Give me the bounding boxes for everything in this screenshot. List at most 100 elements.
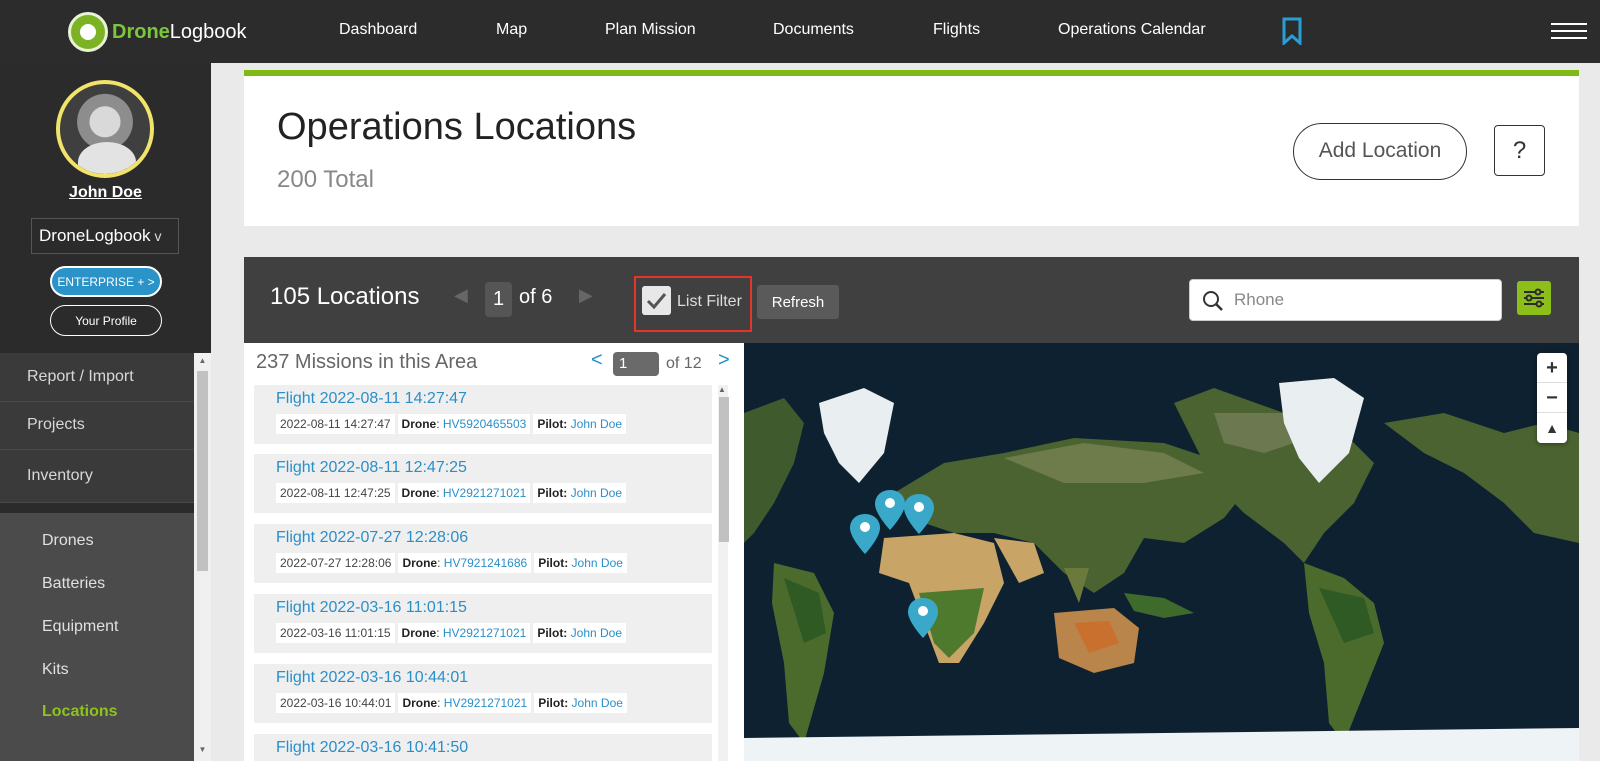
missions-scrollbar[interactable]: ▲ [718, 385, 729, 761]
scroll-down-icon[interactable]: ▼ [194, 745, 211, 754]
drone-link[interactable]: HV2921271021 [444, 696, 527, 710]
sidebar: John Doe DroneLogbook v ENTERPRISE + > Yo… [0, 63, 211, 761]
nav-documents[interactable]: Documents [773, 21, 854, 39]
bookmark-icon[interactable] [1282, 17, 1302, 45]
list-item[interactable]: Flight 2022-08-11 12:47:25 2022-08-11 12… [254, 454, 712, 513]
pilot-link[interactable]: John Doe [571, 486, 622, 500]
flight-title-link[interactable]: Flight 2022-08-11 14:27:47 [276, 390, 467, 408]
search-icon [1203, 291, 1223, 311]
next-page-icon[interactable]: ▶ [579, 285, 593, 306]
location-marker-icon[interactable] [908, 598, 938, 638]
pilot-link[interactable]: John Doe [571, 417, 622, 431]
drone-link[interactable]: HV5920465503 [443, 417, 526, 431]
scroll-up-icon[interactable]: ▲ [718, 385, 726, 394]
flight-title-link[interactable]: Flight 2022-08-11 12:47:25 [276, 459, 467, 477]
sidebar-item-inventory[interactable]: Inventory [0, 450, 194, 503]
reset-north-button[interactable]: ▲ [1537, 413, 1567, 443]
nav-operations-calendar[interactable]: Operations Calendar [1058, 21, 1206, 39]
scroll-up-icon[interactable]: ▲ [194, 356, 211, 365]
zoom-in-button[interactable]: + [1537, 353, 1567, 383]
drone-link[interactable]: HV2921271021 [443, 626, 526, 640]
location-marker-icon[interactable] [904, 494, 934, 534]
missions-panel: 237 Missions in this Area < 1 of 12 > Fl… [244, 343, 744, 761]
flight-date: 2022-07-27 12:28:06 [276, 553, 396, 573]
header-card: Operations Locations 200 Total Add Locat… [244, 70, 1579, 226]
missions-page-count: of 12 [666, 355, 702, 372]
sidebar-item-drones[interactable]: Drones [42, 532, 94, 550]
nav-flights[interactable]: Flights [933, 21, 980, 39]
pilot-link[interactable]: John Doe [571, 626, 622, 640]
list-filter-label: List Filter [677, 293, 742, 310]
logo-text: DroneLogbook [112, 20, 247, 43]
list-filter-checkbox[interactable] [642, 286, 671, 315]
inventory-submenu: Drones Batteries Equipment Kits Location… [0, 513, 194, 761]
nav-plan-mission[interactable]: Plan Mission [605, 21, 696, 39]
list-item[interactable]: Flight 2022-07-27 12:28:06 2022-07-27 12… [254, 524, 712, 583]
sidebar-item-projects[interactable]: Projects [0, 402, 194, 450]
flight-date: 2022-03-16 11:01:15 [276, 623, 395, 643]
pilot-label: Pilot: [538, 696, 569, 710]
flight-meta: 2022-03-16 11:01:15 Drone: HV2921271021 … [276, 623, 627, 643]
flight-title-link[interactable]: Flight 2022-03-16 10:44:01 [276, 669, 468, 687]
map-zoom-controls: + − ▲ [1537, 353, 1567, 443]
enterprise-button[interactable]: ENTERPRISE + > [50, 266, 162, 297]
list-item[interactable]: Flight 2022-03-16 10:41:50 [254, 734, 712, 761]
world-map[interactable]: + − ▲ [744, 343, 1579, 761]
drone-label: Drone [401, 486, 437, 500]
list-item[interactable]: Flight 2022-08-11 14:27:47 2022-08-11 14… [254, 385, 712, 444]
dronelogbook-logo[interactable]: DroneLogbook [68, 12, 247, 52]
sidebar-item-locations[interactable]: Locations [42, 703, 118, 721]
zoom-out-button[interactable]: − [1537, 383, 1567, 413]
total-count: 200 Total [277, 166, 374, 193]
nav-dashboard[interactable]: Dashboard [339, 21, 417, 39]
sidebar-item-kits[interactable]: Kits [42, 661, 69, 679]
flight-meta: 2022-03-16 10:44:01 Drone: HV2921271021 … [276, 693, 627, 713]
page-number-input[interactable]: 1 [485, 282, 512, 317]
locations-toolbar: 105 Locations ◀ 1 of 6 ▶ List Filter Ref… [244, 257, 1579, 343]
search-input[interactable] [1234, 288, 1484, 312]
add-location-button[interactable]: Add Location [1293, 123, 1467, 180]
drone-link[interactable]: HV2921271021 [443, 486, 526, 500]
pilot-link[interactable]: John Doe [572, 696, 623, 710]
top-navigation-bar: DroneLogbook Dashboard Map Plan Mission … [0, 0, 1600, 63]
list-item[interactable]: Flight 2022-03-16 11:01:15 2022-03-16 11… [254, 594, 712, 653]
chevron-down-icon: v [154, 228, 162, 244]
flight-title-link[interactable]: Flight 2022-07-27 12:28:06 [276, 529, 468, 547]
drone-label: Drone [401, 417, 437, 431]
flight-title-link[interactable]: Flight 2022-03-16 11:01:15 [276, 599, 467, 617]
sidebar-item-equipment[interactable]: Equipment [42, 618, 119, 636]
refresh-button[interactable]: Refresh [757, 285, 839, 319]
sidebar-item-batteries[interactable]: Batteries [42, 575, 105, 593]
avatar[interactable] [56, 80, 154, 178]
prev-page-icon[interactable]: ◀ [454, 285, 468, 306]
list-filter-toggle[interactable]: List Filter [634, 276, 752, 332]
missions-prev-page-icon[interactable]: < [591, 349, 603, 372]
pilot-label: Pilot: [537, 486, 568, 500]
drone-label: Drone [401, 626, 437, 640]
search-box[interactable] [1189, 279, 1502, 321]
hamburger-menu-icon[interactable] [1551, 23, 1587, 41]
missions-page-input[interactable]: 1 [613, 352, 659, 376]
locations-count: 105 Locations [270, 283, 420, 310]
filter-settings-icon[interactable] [1517, 281, 1551, 315]
flight-meta: 2022-08-11 12:47:25 Drone: HV2921271021 … [276, 483, 627, 503]
user-name-link[interactable]: John Doe [0, 184, 211, 202]
help-button[interactable]: ? [1494, 125, 1545, 176]
your-profile-button[interactable]: Your Profile [50, 305, 162, 336]
page-count: of 6 [519, 286, 553, 308]
location-marker-icon[interactable] [875, 490, 905, 530]
missions-next-page-icon[interactable]: > [718, 349, 730, 372]
sidebar-scroll-thumb[interactable] [197, 371, 208, 571]
missions-scroll-thumb[interactable] [719, 397, 729, 542]
list-item[interactable]: Flight 2022-03-16 10:44:01 2022-03-16 10… [254, 664, 712, 723]
page-title: Operations Locations [277, 106, 637, 148]
flight-title-link[interactable]: Flight 2022-03-16 10:41:50 [276, 739, 468, 757]
organization-select[interactable]: DroneLogbook v [31, 218, 179, 254]
pilot-label: Pilot: [537, 626, 568, 640]
sidebar-scrollbar[interactable]: ▲ ▼ [194, 353, 211, 761]
sidebar-item-report-import[interactable]: Report / Import [0, 353, 194, 402]
missions-title: 237 Missions in this Area [256, 351, 478, 373]
nav-map[interactable]: Map [496, 21, 527, 39]
pilot-link[interactable]: John Doe [572, 556, 623, 570]
drone-link[interactable]: HV7921241686 [444, 556, 527, 570]
